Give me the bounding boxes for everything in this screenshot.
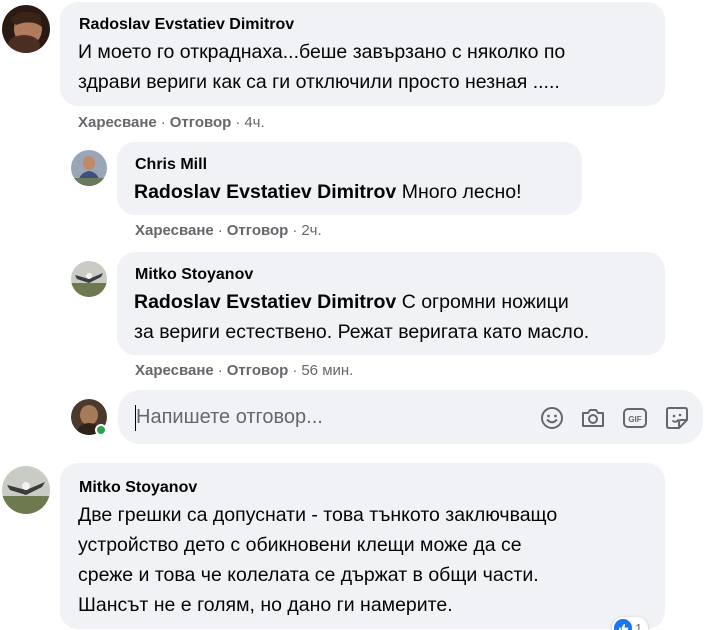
reply-text-line: С огромни ножици <box>396 291 569 313</box>
emoji-icon[interactable] <box>539 405 565 431</box>
comment-text-line: Две грешки са допуснати - това тънкото з… <box>78 504 558 526</box>
reply-input[interactable] <box>136 402 516 432</box>
online-status-dot <box>95 424 107 436</box>
timestamp[interactable]: 4ч. <box>244 114 264 131</box>
avatar-mitko-stoyanov[interactable] <box>71 261 107 297</box>
comment-text-line: Шансът не е голям, но дано ги намерите. <box>78 594 453 616</box>
reply-link[interactable]: Отговор <box>227 362 289 379</box>
gif-icon[interactable]: GIF <box>622 405 648 431</box>
camera-icon[interactable] <box>580 405 606 431</box>
text-caret <box>135 405 136 431</box>
like-link[interactable]: Харесване <box>78 114 157 131</box>
avatar-photo-icon <box>71 261 107 297</box>
reply-text-line: за вериги естествено. Режат веригата кат… <box>134 321 590 343</box>
avatar-radoslav[interactable] <box>2 5 50 53</box>
reply-author[interactable]: Mitko Stoyanov <box>135 266 253 284</box>
comment-actions: Харесване · Отговор · 4ч. <box>78 114 265 131</box>
sticker-icon[interactable] <box>664 405 690 431</box>
avatar-photo-icon <box>71 150 107 186</box>
reply-link[interactable]: Отговор <box>170 114 232 131</box>
timestamp[interactable]: 2ч. <box>301 222 321 239</box>
avatar-chris-mill[interactable] <box>71 150 107 186</box>
reply-composer: GIF <box>118 390 703 444</box>
avatar-photo-icon <box>2 466 50 514</box>
mention-link[interactable]: Radoslav Evstatiev Dimitrov <box>134 181 396 203</box>
reaction-count: 1 <box>635 620 643 630</box>
like-link[interactable]: Харесване <box>135 222 214 239</box>
reply-actions: Харесване · Отговор · 2ч. <box>135 222 322 239</box>
comment-text-line: устройство дето с обикновени клещи може … <box>78 534 522 556</box>
reply-actions: Харесване · Отговор · 56 мин. <box>135 362 354 379</box>
reply-text: Radoslav Evstatiev Dimitrov С огромни но… <box>134 287 569 317</box>
like-reaction-icon <box>614 619 632 630</box>
comment-text-line: здрави вериги как са ги отключили просто… <box>78 71 560 93</box>
reaction-badge[interactable]: 1 <box>612 617 649 630</box>
mention-link[interactable]: Radoslav Evstatiev Dimitrov <box>134 291 396 313</box>
comment-text-line: среже и това че колелата се държат в общ… <box>78 564 539 586</box>
avatar-mitko-stoyanov[interactable] <box>2 466 50 514</box>
reply-text-line: Много лесно! <box>396 181 522 203</box>
reply-text: Radoslav Evstatiev Dimitrov Много лесно! <box>134 177 522 207</box>
comment-text-line: И моето го откраднаха...беше завързано с… <box>78 41 566 63</box>
comment-author[interactable]: Mitko Stoyanov <box>79 479 197 497</box>
timestamp[interactable]: 56 мин. <box>301 362 353 379</box>
avatar-photo-icon <box>2 5 50 53</box>
comment-author[interactable]: Radoslav Evstatiev Dimitrov <box>79 16 294 34</box>
reply-author[interactable]: Chris Mill <box>135 156 207 174</box>
reply-link[interactable]: Отговор <box>227 222 289 239</box>
like-link[interactable]: Харесване <box>135 362 214 379</box>
svg-text:GIF: GIF <box>628 415 641 424</box>
